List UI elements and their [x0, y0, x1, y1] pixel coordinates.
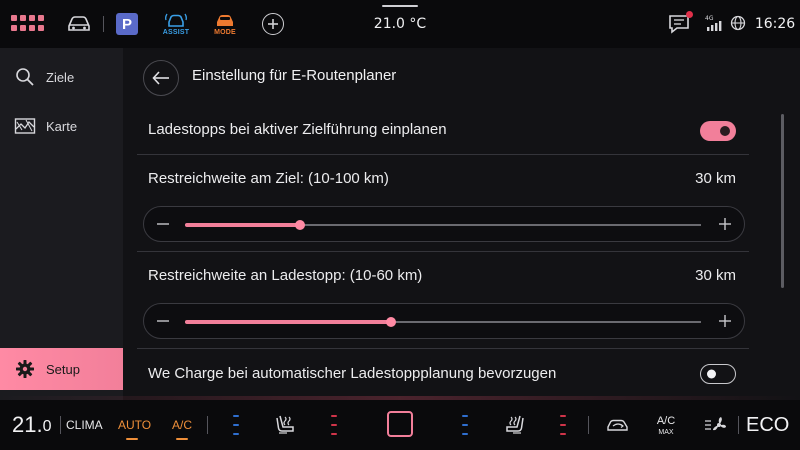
notification-dot [686, 11, 693, 18]
range-at-destination-slider[interactable] [143, 206, 745, 242]
add-shortcut-icon[interactable] [262, 13, 284, 35]
seat-heating-level-right [560, 415, 566, 435]
row-divider [137, 348, 749, 349]
clock: 16:26 [754, 16, 796, 32]
slider-thumb[interactable] [386, 317, 397, 327]
slider-fill [185, 320, 392, 324]
topbar-separator [103, 16, 104, 32]
slider-increase-button[interactable] [716, 312, 734, 330]
settings-panel: Einstellung für E-Routenplaner Ladestopp… [123, 48, 800, 400]
sidebar-item-setup[interactable]: Setup [0, 348, 123, 390]
parking-icon[interactable]: P [116, 13, 138, 35]
ac-active-indicator [176, 438, 188, 440]
setting-plan-charging-stops-label: Ladestopps bei aktiver Zielführung einpl… [148, 121, 447, 138]
network-type: 4G [705, 15, 714, 22]
signal-strength-icon: 4G [704, 14, 724, 32]
slider-decrease-button[interactable] [154, 215, 172, 233]
range-at-destination-value: 30 km [695, 170, 736, 187]
search-icon [14, 66, 36, 88]
page-title: Einstellung für E-Routenplaner [192, 67, 397, 84]
seat-ventilation-right-icon[interactable] [502, 412, 526, 438]
arrow-left-icon [152, 71, 169, 85]
outside-temperature: 21.0 °C [373, 16, 427, 32]
slider-thumb[interactable] [294, 220, 305, 230]
plus-icon [719, 218, 731, 230]
temperature-decimal: 0 [42, 418, 52, 435]
sidebar-item-label: Setup [46, 361, 80, 377]
slider-track[interactable] [185, 317, 701, 327]
climate-center-button[interactable] [387, 411, 413, 437]
seat-heating-level-left [331, 415, 337, 435]
auto-active-indicator [126, 438, 138, 440]
setting-we-charge-preference-label: We Charge bei automatischer Ladestopppla… [148, 365, 557, 382]
range-at-charging-stop-value: 30 km [695, 267, 736, 284]
top-status-bar: P ASSIST MODE 21.0 °C 4G 16:26 [0, 0, 800, 48]
mode-label: MODE [214, 29, 236, 36]
slider-decrease-button[interactable] [154, 312, 172, 330]
map-icon [14, 115, 36, 137]
scrollbar[interactable] [781, 114, 784, 288]
app-grid-icon[interactable] [10, 12, 44, 34]
temperature-handle[interactable] [382, 5, 418, 7]
assist-car-icon [165, 13, 187, 27]
climate-separator [588, 416, 589, 434]
setting-range-at-charging-stop-label: Restreichweite an Ladestopp: (10-60 km) [148, 267, 423, 284]
vehicle-icon[interactable] [66, 12, 92, 36]
climate-separator [738, 416, 739, 434]
we-charge-preference-toggle[interactable] [700, 364, 736, 384]
temperature-integer: 21. [12, 412, 43, 437]
climate-separator [207, 416, 208, 434]
back-button[interactable] [143, 60, 179, 96]
plan-charging-stops-toggle[interactable] [700, 121, 736, 141]
slider-fill [185, 223, 300, 227]
mode-car-icon [217, 15, 233, 26]
auto-climate-button[interactable]: AUTO [118, 416, 151, 434]
recirculation-icon[interactable] [604, 414, 632, 436]
ac-button[interactable]: A/C [172, 416, 192, 434]
setting-range-at-destination-label: Restreichweite am Ziel: (10-100 km) [148, 170, 389, 187]
minus-icon [157, 223, 169, 225]
eco-mode-button[interactable]: ECO [746, 412, 789, 438]
sidebar-item-karte[interactable]: Karte [0, 105, 123, 147]
ac-max-button[interactable]: A/C MAX [654, 413, 678, 439]
climate-bar: 21. 0 CLIMA AUTO A/C A/C MAX ECO [0, 400, 800, 450]
slider-track[interactable] [185, 220, 701, 230]
minus-icon [157, 320, 169, 322]
gear-icon [14, 358, 36, 380]
sidebar: Ziele Karte Setup [0, 48, 123, 400]
seat-cooling-level-right [462, 415, 468, 435]
ac-max-label-top: A/C [656, 415, 676, 427]
sidebar-item-ziele[interactable]: Ziele [0, 56, 123, 98]
range-at-charging-stop-slider[interactable] [143, 303, 745, 339]
drive-mode-button[interactable]: MODE [208, 9, 242, 39]
climate-separator [60, 416, 61, 434]
globe-icon[interactable] [730, 15, 746, 31]
sidebar-item-label: Ziele [46, 69, 75, 85]
sidebar-item-label: Karte [46, 118, 78, 134]
defrost-fan-icon[interactable] [702, 414, 728, 436]
row-divider [137, 154, 749, 155]
clima-button[interactable]: CLIMA [66, 416, 103, 434]
assist-label: ASSIST [162, 29, 190, 36]
seat-ventilation-left-icon[interactable] [274, 412, 298, 438]
assist-button[interactable]: ASSIST [160, 9, 192, 39]
driver-temperature[interactable]: 21. 0 [12, 412, 52, 438]
seat-cooling-level-left [233, 415, 239, 435]
ac-max-label-bottom: MAX [658, 429, 674, 436]
slider-increase-button[interactable] [716, 215, 734, 233]
row-divider [137, 251, 749, 252]
plus-icon [719, 315, 731, 327]
